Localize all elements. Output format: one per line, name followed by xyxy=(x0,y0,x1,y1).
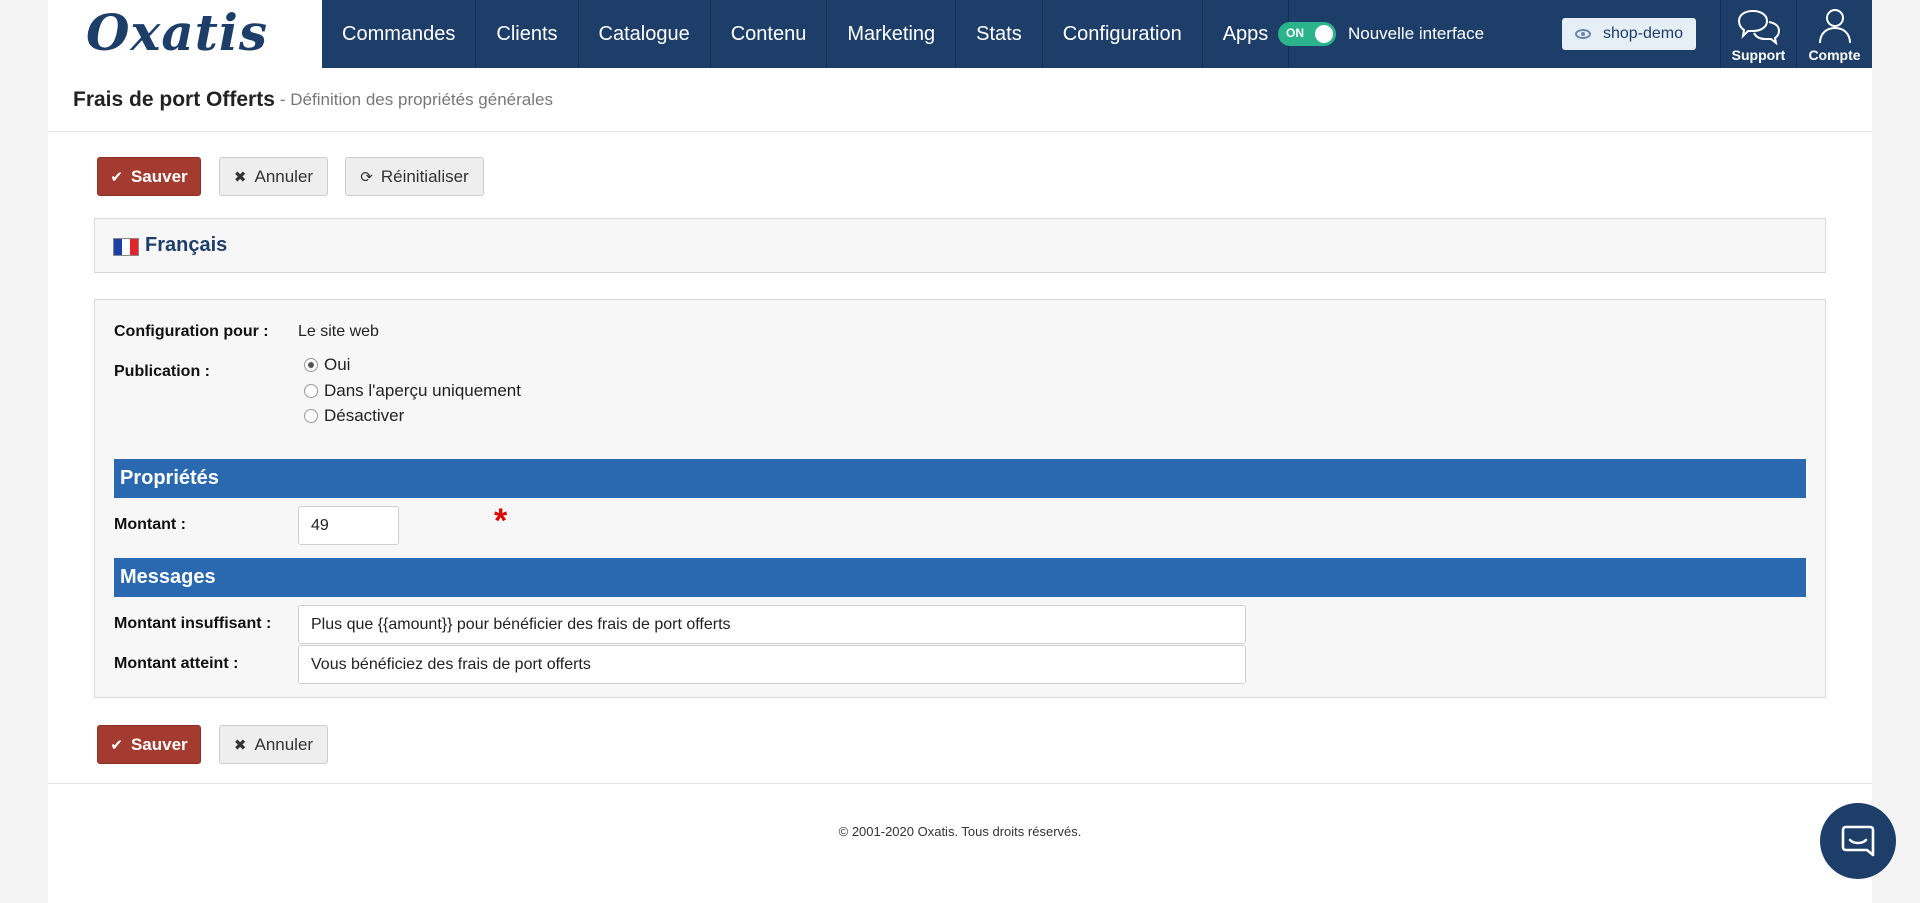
nav-item-configuration[interactable]: Configuration xyxy=(1041,0,1202,68)
chat-widget-button[interactable] xyxy=(1820,803,1896,879)
config-value: Le site web xyxy=(298,323,379,340)
save-button-top[interactable]: ✔ Sauver xyxy=(97,157,201,196)
logo-text: Oxatis xyxy=(85,2,268,62)
nav-item-commandes[interactable]: Commandes xyxy=(322,0,475,68)
insufficient-message-input[interactable]: Plus que {{amount}} pour bénéficier des … xyxy=(298,605,1246,644)
amount-label: Montant : xyxy=(114,516,186,533)
nav-item-clients[interactable]: Clients xyxy=(475,0,577,68)
section-properties: Propriétés xyxy=(114,459,1806,498)
new-interface-toggle[interactable]: ON xyxy=(1278,22,1336,46)
x-icon: ✖ xyxy=(233,168,247,186)
shop-preview-button[interactable]: shop-demo xyxy=(1562,18,1696,50)
publication-option-disable[interactable]: Désactiver xyxy=(304,406,404,426)
page-title: Frais de port Offerts xyxy=(73,87,275,111)
main-nav: Commandes Clients Catalogue Contenu Mark… xyxy=(322,0,1290,68)
section-title: Messages xyxy=(120,566,216,588)
publication-label: Publication : xyxy=(114,363,210,380)
chat-icon xyxy=(1841,825,1875,857)
page-subtitle: - Définition des propriétés générales xyxy=(279,89,553,109)
support-label: Support xyxy=(1731,47,1786,63)
insufficient-label: Montant insuffisant : xyxy=(114,615,272,632)
publication-option-preview[interactable]: Dans l'aperçu uniquement xyxy=(304,381,521,401)
french-flag-icon xyxy=(113,238,139,256)
required-mark: * xyxy=(494,502,508,540)
nav-item-apps[interactable]: Apps xyxy=(1201,0,1290,68)
publication-option-oui[interactable]: Oui xyxy=(304,355,350,375)
logo[interactable]: Oxatis xyxy=(48,0,322,68)
eye-icon xyxy=(1574,29,1591,39)
new-interface-label: Nouvelle interface xyxy=(1348,24,1485,43)
radio-label: Oui xyxy=(324,355,351,374)
toggle-knob xyxy=(1315,25,1333,43)
toggle-state-label: ON xyxy=(1286,26,1304,40)
user-icon xyxy=(1818,9,1851,44)
account-button[interactable]: Compte xyxy=(1796,0,1872,68)
form-panel: Configuration pour : Le site web Publica… xyxy=(94,299,1826,698)
account-label: Compte xyxy=(1808,47,1861,63)
radio-button[interactable] xyxy=(304,384,318,398)
page-container: Oxatis Commandes Clients Catalogue Conte… xyxy=(48,0,1872,903)
cancel-button-bottom[interactable]: ✖ Annuler xyxy=(219,725,328,764)
shop-label: shop-demo xyxy=(1602,25,1684,42)
config-label: Configuration pour : xyxy=(114,323,269,340)
reached-label: Montant atteint : xyxy=(114,655,239,672)
nav-item-stats[interactable]: Stats xyxy=(955,0,1042,68)
cancel-label: Annuler xyxy=(254,734,314,754)
check-icon: ✔ xyxy=(110,168,123,186)
amount-input[interactable]: 49 xyxy=(298,506,399,545)
support-button[interactable]: Support xyxy=(1720,0,1796,68)
section-title: Propriétés xyxy=(120,467,219,489)
save-label: Sauver xyxy=(130,734,188,754)
page-header: Frais de port Offerts - Définition des p… xyxy=(48,68,1872,132)
language-label: Français xyxy=(145,234,228,256)
top-navbar: Oxatis Commandes Clients Catalogue Conte… xyxy=(48,0,1872,68)
radio-button[interactable] xyxy=(304,358,318,372)
reset-label: Réinitialiser xyxy=(380,166,469,186)
check-icon: ✔ xyxy=(110,736,123,754)
x-icon: ✖ xyxy=(233,736,247,754)
new-interface-toggle-area: ON Nouvelle interface xyxy=(1278,0,1484,68)
nav-item-marketing[interactable]: Marketing xyxy=(826,0,955,68)
save-button-bottom[interactable]: ✔ Sauver xyxy=(97,725,201,764)
refresh-icon: ⟳ xyxy=(360,168,373,186)
reset-button[interactable]: ⟳ Réinitialiser xyxy=(345,157,484,196)
chat-bubbles-icon xyxy=(1737,9,1780,45)
cancel-label: Annuler xyxy=(254,166,314,186)
nav-item-catalogue[interactable]: Catalogue xyxy=(577,0,710,68)
save-label: Sauver xyxy=(130,166,188,186)
footer-divider xyxy=(48,783,1872,784)
cancel-button-top[interactable]: ✖ Annuler xyxy=(219,157,328,196)
radio-label: Désactiver xyxy=(324,406,405,425)
language-panel: Français xyxy=(94,218,1826,273)
radio-button[interactable] xyxy=(304,409,318,423)
footer-copyright: © 2001-2020 Oxatis. Tous droits réservés… xyxy=(838,824,1082,839)
nav-item-contenu[interactable]: Contenu xyxy=(709,0,827,68)
reached-message-input[interactable]: Vous bénéficiez des frais de port offert… xyxy=(298,645,1246,684)
section-messages: Messages xyxy=(114,558,1806,597)
radio-label: Dans l'aperçu uniquement xyxy=(324,381,521,400)
